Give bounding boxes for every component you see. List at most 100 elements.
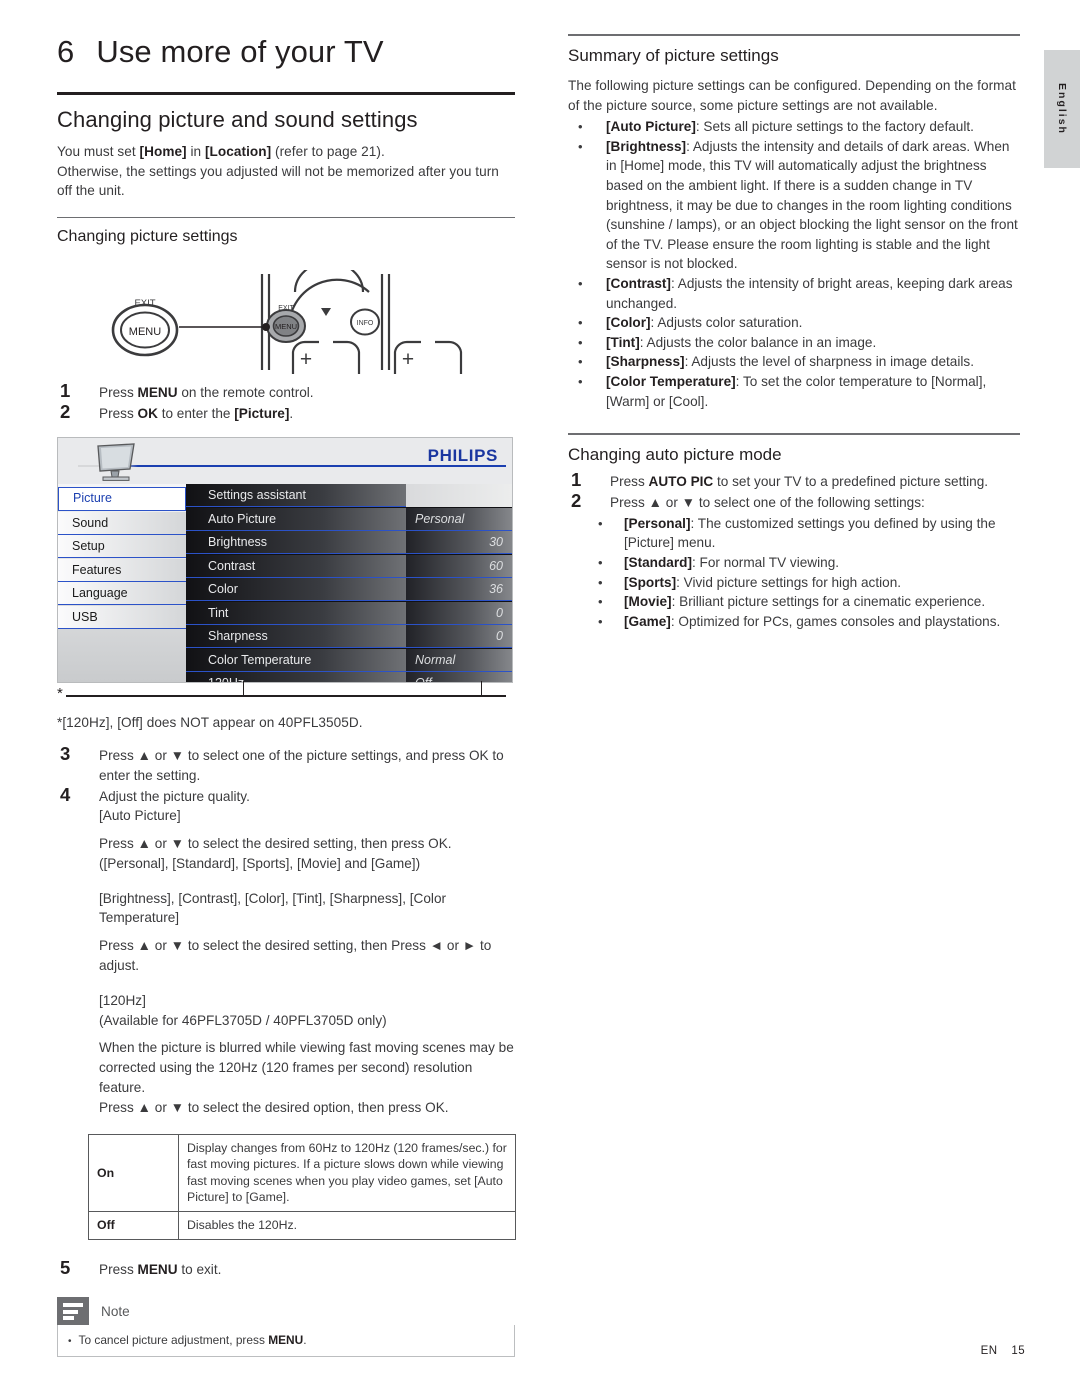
osd-row-tint[interactable]: Tint xyxy=(186,601,406,625)
osd-nav-item-language[interactable]: Language xyxy=(58,582,186,606)
bullet-dot: • xyxy=(578,119,583,135)
osd-row-color[interactable]: Color xyxy=(186,578,406,602)
location-token: [Location] xyxy=(204,144,272,160)
bullet-desc: : Brilliant picture settings for a cinem… xyxy=(671,594,986,610)
osd-row-auto-picture[interactable]: Auto Picture xyxy=(186,507,406,531)
note-icon xyxy=(57,1297,89,1326)
summary-title: Summary of picture settings xyxy=(568,46,779,65)
auto-picture-steps: 1 Press AUTO PIC to set your TV to a pred… xyxy=(568,470,1020,513)
remote-menu-label: MENU xyxy=(275,322,297,331)
step-2-text-a: Press xyxy=(99,405,138,421)
callout-tick-120hz xyxy=(243,681,245,696)
step-4-number: 4 xyxy=(60,783,71,805)
step-4-text: Adjust the picture quality. xyxy=(99,788,250,804)
hz-row-off-desc: Disables the 120Hz. xyxy=(178,1211,516,1240)
osd-value-color[interactable]: 36 xyxy=(406,578,512,602)
chapter-heading: 6 Use more of your TV xyxy=(57,34,515,70)
osd-value-120hz[interactable]: Off xyxy=(406,672,512,683)
list-item: • [Auto Picture]: Sets all picture settin… xyxy=(568,117,1020,137)
osd-value-sharpness[interactable]: 0 xyxy=(406,625,512,649)
osd-row-120hz[interactable]: 120Hz xyxy=(186,672,406,683)
step-5-text-b: to exit. xyxy=(177,1261,222,1277)
auto-pic-key: AUTO PIC xyxy=(648,474,714,490)
list-item: • [Tint]: Adjusts the color balance in an… xyxy=(568,333,1020,353)
step-1: 1 Press MENU on the remote control. xyxy=(57,379,515,403)
channel-plus-label: + xyxy=(402,348,414,371)
auto-step-1-text-b: to set your TV to a predefined picture s… xyxy=(713,474,989,490)
step-2-text-c: . xyxy=(289,405,294,421)
step-4-line-8: When the picture is blurred while viewin… xyxy=(99,1040,514,1096)
osd-header: PHILIPS xyxy=(58,438,512,485)
manual-page: 6 Use more of your TV Changing picture a… xyxy=(0,0,1080,1397)
bullet-desc: : Adjusts the level of sharpness in imag… xyxy=(684,354,974,370)
bullet-dot: • xyxy=(578,276,583,292)
osd-nav-item-picture[interactable]: Picture xyxy=(58,487,186,512)
bullet-desc: : Adjusts the color balance in an image. xyxy=(639,334,877,350)
note-header: Note xyxy=(57,1297,515,1326)
osd-callout: * xyxy=(57,681,515,702)
osd-row-color-temperature[interactable]: Color Temperature xyxy=(186,648,406,672)
auto-step-1: 1 Press AUTO PIC to set your TV to a pred… xyxy=(568,470,1020,492)
bullet-term: [Movie] xyxy=(624,594,672,610)
hz-row-on-key: On xyxy=(88,1133,179,1213)
osd-value-settings-assistant xyxy=(406,484,512,508)
bullet-desc: : Vivid picture settings for high action… xyxy=(676,574,902,590)
tv-osd-screenshot: PHILIPS Picture Sound Setup Features Lan… xyxy=(57,437,513,684)
list-item: • [Movie]: Brilliant picture settings for… xyxy=(568,592,1020,612)
osd-nav-item-sound[interactable]: Sound xyxy=(58,511,186,535)
step-4-120hz-heading: [120Hz] xyxy=(99,992,146,1008)
osd-value-color-temperature[interactable]: Normal xyxy=(406,648,512,672)
left-column: 6 Use more of your TV Changing picture a… xyxy=(57,34,516,1358)
auto-picture-title: Changing auto picture mode xyxy=(568,445,782,465)
hz-row-on-desc: Display changes from 60Hz to 120Hz (120 … xyxy=(178,1133,516,1213)
osd-value-tint[interactable]: 0 xyxy=(406,601,512,625)
osd-nav-item-setup[interactable]: Setup xyxy=(58,535,186,559)
osd-row-settings-assistant[interactable]: Settings assistant xyxy=(186,484,406,508)
footnote-label: *[120Hz], [Off] does NOT appear on 40PFL… xyxy=(57,715,363,731)
intro-text-line2: Otherwise, the settings you adjusted wil… xyxy=(57,163,499,199)
remote-exit-label: EXIT xyxy=(278,305,294,312)
callout-horizontal-bar xyxy=(66,695,506,697)
list-item: • [Brightness]: Adjusts the intensity and… xyxy=(568,137,1020,274)
bullet-term: [Standard] xyxy=(624,555,692,571)
language-side-tab-label: English xyxy=(1056,83,1068,135)
bullet-dot: • xyxy=(598,613,603,629)
osd-value-auto-picture[interactable]: Personal xyxy=(406,507,512,531)
chapter-title: Use more of your TV xyxy=(96,34,384,69)
osd-nav-item-usb[interactable]: USB xyxy=(58,605,186,629)
bullet-desc: : Sets all picture settings to the facto… xyxy=(695,119,974,135)
osd-value-contrast[interactable]: 60 xyxy=(406,554,512,578)
step-5-text-a: Press xyxy=(99,1261,138,1277)
auto-step-1-text-a: Press xyxy=(610,474,649,490)
auto-step-2-number: 2 xyxy=(571,490,582,512)
enlarged-exit-label: EXIT xyxy=(134,298,155,309)
tv-set-icon xyxy=(97,443,135,482)
subsection-title: Changing picture settings xyxy=(57,227,238,245)
bullet-term: [Auto Picture] xyxy=(606,119,696,135)
osd-nav-item-features[interactable]: Features xyxy=(58,558,186,582)
osd-value-brightness[interactable]: 30 xyxy=(406,531,512,555)
list-item: • [Color Temperature]: To set the color t… xyxy=(568,372,1020,411)
bullet-term: [Personal] xyxy=(624,515,691,531)
step-1-key: MENU xyxy=(137,384,178,400)
list-item: • [Sharpness]: Adjusts the level of sharp… xyxy=(568,352,1020,372)
enlarged-menu-label: MENU xyxy=(129,326,161,338)
osd-row-brightness[interactable]: Brightness xyxy=(186,531,406,555)
step-4-line-3: ([Personal], [Standard], [Sports], [Movi… xyxy=(99,855,421,871)
step-4-line-4: [Brightness], [Contrast], [Color], [Tint… xyxy=(99,890,447,926)
note-key: MENU xyxy=(268,1333,304,1348)
osd-row-contrast[interactable]: Contrast xyxy=(186,554,406,578)
section-title: Changing picture and sound settings xyxy=(57,106,418,132)
step-3: 3 Press ▲ or ▼ to select one of the pictu… xyxy=(57,744,515,786)
list-item: • [Personal]: The customized settings you… xyxy=(568,514,1020,553)
step-4: 4 Adjust the picture quality. [Auto Pictu… xyxy=(57,783,515,1118)
footer-language-code: EN xyxy=(980,1345,998,1357)
osd-row-sharpness[interactable]: Sharpness xyxy=(186,625,406,649)
note-body: • To cancel picture adjustment, press MEN… xyxy=(57,1325,515,1358)
bullet-desc: : Optimized for PCs, games consoles and … xyxy=(670,613,1001,629)
bullet-term: [Color Temperature] xyxy=(606,374,736,389)
right-column: Summary of picture settings The followin… xyxy=(568,34,1020,631)
auto-picture-mode-bullets: • [Personal]: The customized settings you… xyxy=(568,514,1020,632)
step-1-text-b: on the remote control. xyxy=(177,384,314,400)
step-1-number: 1 xyxy=(60,379,71,401)
